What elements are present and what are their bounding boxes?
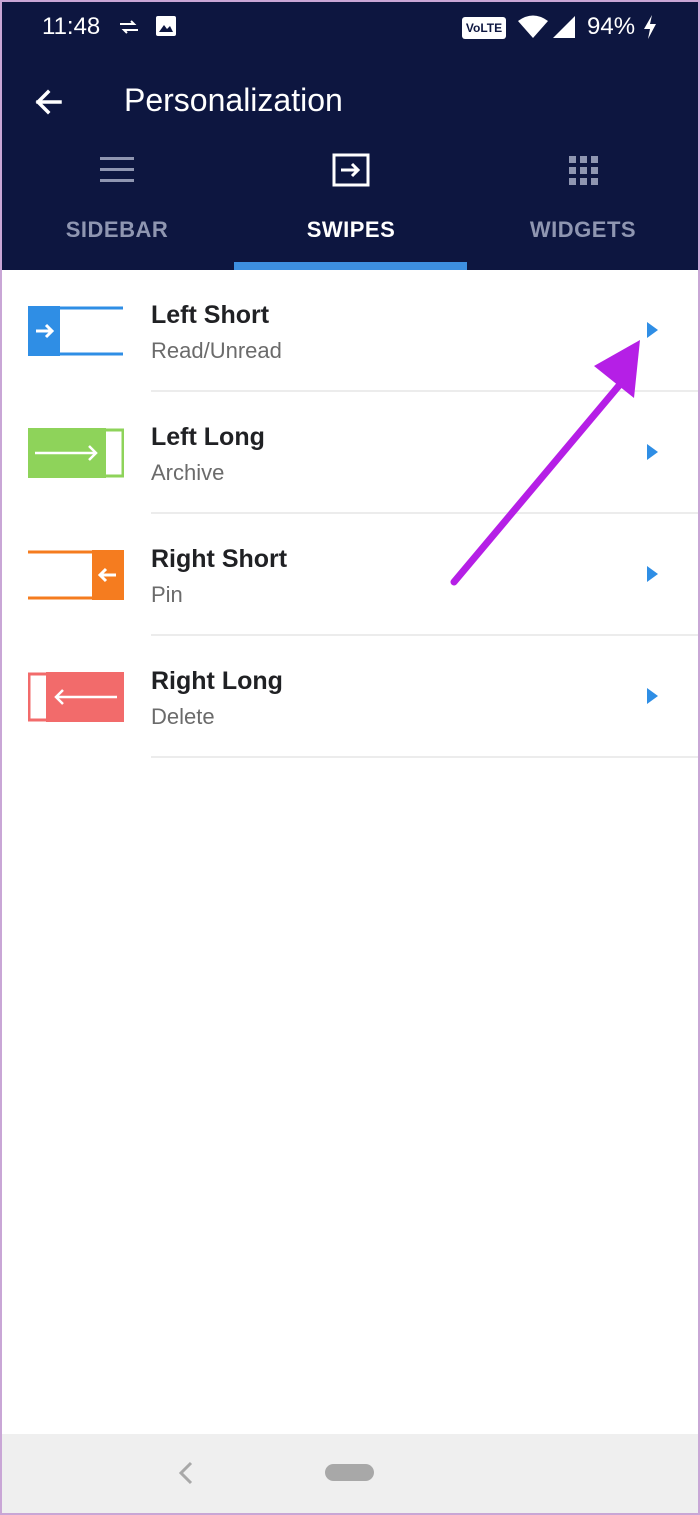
chevron-right-icon[interactable]: [645, 687, 659, 705]
tab-label: WIDGETS: [529, 217, 637, 242]
nav-home-pill[interactable]: [325, 1464, 374, 1481]
tab-swipes[interactable]: SWIPES: [234, 144, 468, 270]
volte-badge: VoLTE: [462, 17, 506, 39]
tab-label: SWIPES: [306, 217, 396, 242]
tab-label: SIDEBAR: [65, 217, 169, 242]
active-tab-indicator: [234, 262, 467, 270]
row-title: Right Short: [151, 545, 288, 573]
system-nav-bar: [0, 1434, 700, 1515]
row-action: Delete: [151, 704, 215, 729]
nav-back-icon[interactable]: [176, 1459, 196, 1487]
swipe-left-long-icon: [28, 428, 124, 478]
row-action: Archive: [151, 460, 225, 485]
status-bar: 11:48 VoLTE 94%: [0, 0, 700, 54]
row-title: Left Short: [151, 301, 270, 329]
divider: [151, 756, 700, 758]
swipe-left-short-icon: [28, 306, 123, 356]
swipe-right-short-icon: [28, 550, 124, 600]
tab-widgets[interactable]: WIDGETS: [466, 144, 700, 270]
swipe-right-long-icon: [28, 672, 124, 722]
row-action: Read/Unread: [151, 338, 282, 363]
swipe-icon: [332, 153, 370, 187]
row-title: Left Long: [151, 423, 265, 451]
tab-sidebar[interactable]: SIDEBAR: [0, 144, 234, 270]
battery-level: 94%: [587, 13, 636, 40]
menu-icon: [100, 157, 134, 182]
grid-icon: [569, 156, 598, 185]
status-time: 11:48: [42, 13, 101, 40]
page-title: Personalization: [124, 82, 343, 118]
wifi-icon: [518, 15, 548, 38]
sync-icon: [120, 20, 138, 34]
charging-icon: [644, 15, 656, 39]
app-bar: Personalization SIDEBAR SWIPES WIDGETS: [0, 54, 700, 270]
row-title: Right Long: [151, 667, 283, 695]
annotation-arrow-icon: [450, 340, 640, 586]
image-icon: [156, 16, 176, 36]
back-arrow-icon[interactable]: [28, 80, 72, 124]
swipe-right-long-row[interactable]: Right Long Delete: [0, 636, 700, 758]
signal-icon: [553, 16, 575, 38]
row-action: Pin: [151, 582, 183, 607]
